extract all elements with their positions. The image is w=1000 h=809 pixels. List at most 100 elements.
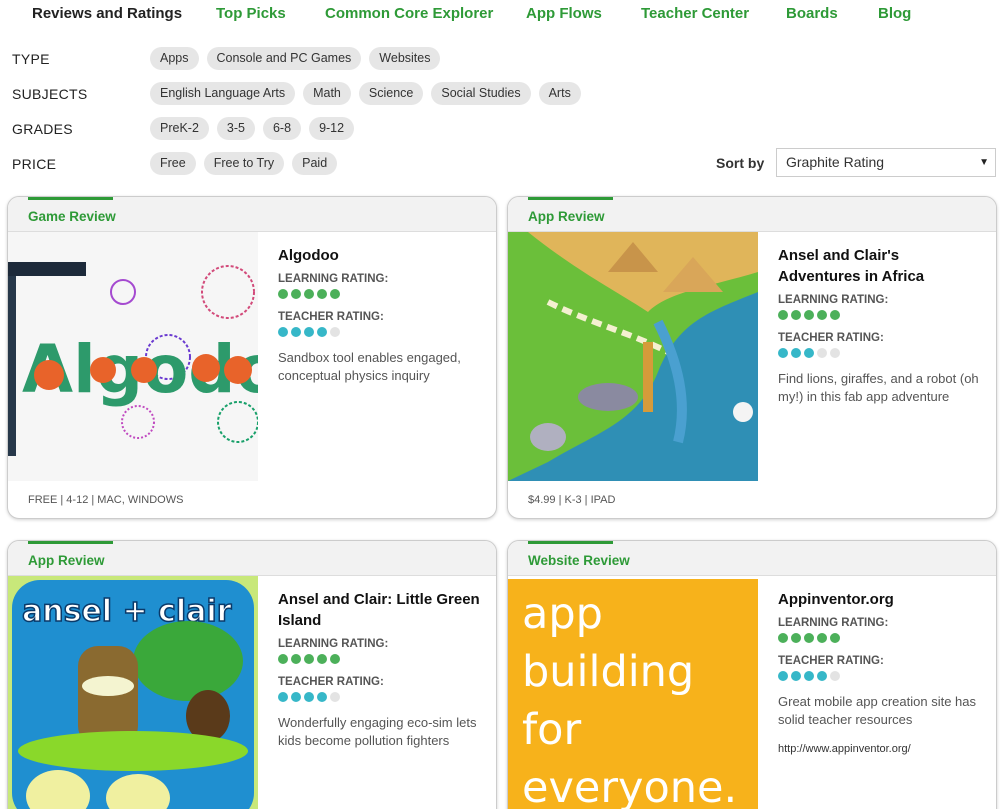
card-title[interactable]: Appinventor.org [778, 589, 983, 610]
card-accent-bar [28, 541, 113, 544]
nav-boards[interactable]: Boards [786, 5, 838, 22]
nav-app-flows[interactable]: App Flows [526, 5, 602, 22]
learning-rating-dots [278, 654, 483, 664]
thumbnail-line: building [522, 647, 695, 697]
review-card-algodoo[interactable]: Game Review Algodoo Algodoo LEARNING RAT… [7, 196, 497, 519]
rating-dot [317, 327, 327, 337]
card-footer-meta: $4.99 | K-3 | IPAD [528, 494, 616, 506]
rating-dot [778, 310, 788, 320]
sort-select-value: Graphite Rating [786, 154, 885, 170]
card-thumbnail[interactable]: ansel + clair [8, 576, 258, 809]
nav-reviews-and-ratings[interactable]: Reviews and Ratings [32, 5, 182, 22]
card-thumbnail[interactable]: app building for everyone. [508, 579, 758, 809]
chip-3-5[interactable]: 3-5 [216, 117, 255, 140]
top-nav: Reviews and Ratings Top Picks Common Cor… [0, 0, 1000, 30]
review-card-appinventor[interactable]: Website Review app building for everyone… [507, 540, 997, 809]
thumbnail-text: app building for everyone. [522, 585, 737, 809]
card-title[interactable]: Ansel and Clair: Little Green Island [278, 589, 483, 631]
rating-dot [278, 327, 288, 337]
card-header: Game Review [8, 197, 496, 232]
rating-dot [804, 310, 814, 320]
learning-rating-label: LEARNING RATING: [278, 273, 389, 285]
chip-free-to-try[interactable]: Free to Try [203, 152, 285, 175]
card-description: Sandbox tool enables engaged, conceptual… [278, 350, 461, 383]
chip-english-language-arts[interactable]: English Language Arts [150, 82, 296, 105]
card-type-label: Game Review [28, 209, 116, 224]
card-title[interactable]: Algodoo [278, 245, 483, 266]
nav-blog[interactable]: Blog [878, 5, 911, 22]
rating-dot [791, 633, 801, 643]
filter-subjects-chips: English Language Arts Math Science Socia… [150, 82, 581, 105]
rating-dot [278, 654, 288, 664]
chip-apps[interactable]: Apps [150, 47, 199, 70]
rating-dot [278, 289, 288, 299]
learning-rating-dots [278, 289, 483, 299]
chip-websites[interactable]: Websites [369, 47, 441, 70]
chip-free[interactable]: Free [150, 152, 196, 175]
sort-by-label: Sort by [716, 155, 765, 171]
card-thumbnail[interactable]: Algodoo [8, 232, 258, 481]
rating-dot [317, 289, 327, 299]
card-type-label: Website Review [528, 553, 630, 568]
rating-dot [304, 289, 314, 299]
website-url-link[interactable]: http://www.appinventor.org/ [778, 743, 983, 755]
africa-map-thumbnail-image [508, 232, 758, 481]
rating-dot [830, 348, 840, 358]
chip-arts[interactable]: Arts [538, 82, 581, 105]
review-card-ansel-africa[interactable]: App Review Ansel and Clair's Adventures … [507, 196, 997, 519]
chip-math[interactable]: Math [303, 82, 351, 105]
review-card-little-green-island[interactable]: App Review ansel + clair Ansel and Clair… [7, 540, 497, 809]
card-header: App Review [508, 197, 996, 232]
card-type-label: App Review [528, 209, 605, 224]
thumbnail-line: app [522, 589, 603, 639]
chip-9-12[interactable]: 9-12 [309, 117, 355, 140]
rating-dot [804, 671, 814, 681]
teacher-rating-dots [778, 671, 983, 681]
card-info: Appinventor.org LEARNING RATING: TEACHER… [778, 589, 983, 755]
card-title[interactable]: Ansel and Clair's Adventures in Africa [778, 245, 983, 287]
rating-dot [817, 348, 827, 358]
filter-type-label: TYPE [12, 51, 50, 67]
card-info: Algodoo LEARNING RATING: TEACHER RATING:… [278, 245, 483, 385]
chip-prek-2[interactable]: PreK-2 [150, 117, 209, 140]
card-description: Wonderfully engaging eco-sim lets kids b… [278, 715, 477, 748]
rating-dot [304, 654, 314, 664]
teacher-rating-dots [278, 692, 483, 702]
rating-dot [830, 633, 840, 643]
card-header: App Review [8, 541, 496, 576]
rating-dot [317, 654, 327, 664]
thumbnail-line: for [522, 705, 582, 755]
chip-science[interactable]: Science [358, 82, 424, 105]
filter-grades-label: GRADES [12, 121, 73, 137]
nav-top-picks[interactable]: Top Picks [216, 5, 286, 22]
chip-6-8[interactable]: 6-8 [262, 117, 302, 140]
rating-dot [330, 289, 340, 299]
filter-type-chips: Apps Console and PC Games Websites [150, 47, 441, 70]
rating-dot [817, 633, 827, 643]
chip-console-pc-games[interactable]: Console and PC Games [206, 47, 362, 70]
card-accent-bar [528, 197, 613, 200]
learning-rating-dots [778, 633, 983, 643]
learning-rating-label: LEARNING RATING: [778, 617, 889, 629]
rating-dot [304, 327, 314, 337]
nav-teacher-center[interactable]: Teacher Center [641, 5, 749, 22]
rating-dot [330, 654, 340, 664]
rating-dot [804, 633, 814, 643]
rating-dot [291, 654, 301, 664]
card-accent-bar [28, 197, 113, 200]
rating-dot [791, 671, 801, 681]
rating-dot [830, 671, 840, 681]
chip-paid[interactable]: Paid [292, 152, 338, 175]
card-description: Great mobile app creation site has solid… [778, 694, 976, 727]
nav-common-core-explorer[interactable]: Common Core Explorer [325, 5, 493, 22]
rating-dot [291, 289, 301, 299]
learning-rating-label: LEARNING RATING: [278, 638, 389, 650]
card-thumbnail[interactable] [508, 232, 758, 481]
card-info: Ansel and Clair's Adventures in Africa L… [778, 245, 983, 406]
card-description: Find lions, giraffes, and a robot (oh my… [778, 371, 979, 404]
teacher-rating-dots [278, 327, 483, 337]
sort-select[interactable]: Graphite Rating ▼ [776, 148, 996, 177]
rating-dot [304, 692, 314, 702]
chip-social-studies[interactable]: Social Studies [431, 82, 531, 105]
rating-dot [791, 310, 801, 320]
